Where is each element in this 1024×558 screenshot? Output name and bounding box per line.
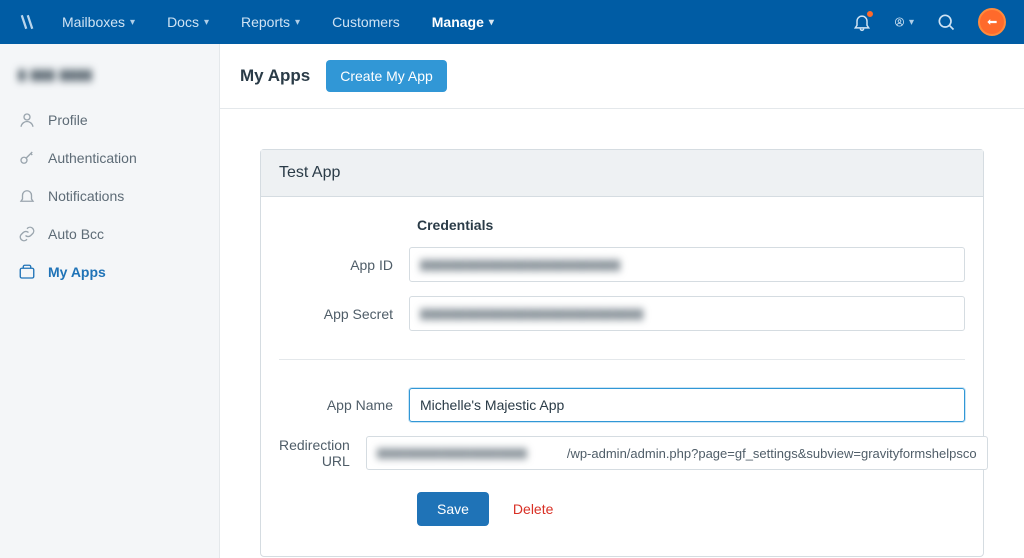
- nav-label: Docs: [167, 14, 199, 30]
- sidebar-item-label: My Apps: [48, 264, 106, 280]
- notifications-icon[interactable]: [852, 12, 872, 32]
- nav-label: Manage: [432, 14, 484, 30]
- sidebar-item-profile[interactable]: Profile: [0, 101, 219, 139]
- brand-logo[interactable]: [18, 13, 36, 31]
- top-nav: Mailboxes ▾ Docs ▾ Reports ▾ Customers M…: [0, 0, 1024, 44]
- row-app-name: App Name: [279, 388, 965, 422]
- main-header: My Apps Create My App: [220, 44, 1024, 109]
- sidebar-item-label: Profile: [48, 112, 88, 128]
- link-icon: [18, 225, 36, 243]
- sidebar-item-label: Auto Bcc: [48, 226, 104, 242]
- app-secret-field[interactable]: ▮▮▮▮▮▮▮▮▮▮▮▮▮▮▮▮▮▮▮▮▮▮▮▮▮▮▮▮▮: [409, 296, 965, 331]
- sidebar: ▮ ▮▮▮ ▮▮▮▮ Profile Authentication Notifi…: [0, 44, 220, 558]
- label-app-name: App Name: [279, 397, 409, 413]
- chevron-down-icon: ▾: [295, 17, 300, 28]
- chevron-down-icon: ▾: [909, 17, 914, 28]
- nav-docs[interactable]: Docs ▾: [167, 14, 209, 30]
- label-app-secret: App Secret: [279, 306, 409, 322]
- nav-mailboxes[interactable]: Mailboxes ▾: [62, 14, 135, 30]
- redirection-url-prefix: ▮▮▮▮▮▮▮▮▮▮▮▮▮▮▮▮▮▮▮▮▮: [377, 445, 567, 461]
- nav-manage[interactable]: Manage ▾: [432, 14, 494, 30]
- app-panel: Test App Credentials App ID ▮▮▮▮▮▮▮▮▮▮▮▮…: [260, 149, 984, 557]
- app-secret-value: ▮▮▮▮▮▮▮▮▮▮▮▮▮▮▮▮▮▮▮▮▮▮▮▮▮▮▮▮▮: [420, 305, 643, 321]
- user-icon: [18, 111, 36, 129]
- avatar[interactable]: [978, 8, 1006, 36]
- save-button[interactable]: Save: [417, 492, 489, 526]
- form-actions: Save Delete: [279, 492, 965, 526]
- divider: [279, 359, 965, 360]
- credentials-heading: Credentials: [417, 217, 965, 233]
- chevron-down-icon: ▾: [489, 17, 494, 28]
- apps-icon: [18, 263, 36, 281]
- layout: ▮ ▮▮▮ ▮▮▮▮ Profile Authentication Notifi…: [0, 44, 1024, 558]
- row-redirection-url: Redirection URL ▮▮▮▮▮▮▮▮▮▮▮▮▮▮▮▮▮▮▮▮▮ /w…: [279, 436, 965, 470]
- notification-dot: [866, 10, 874, 18]
- nav-label: Mailboxes: [62, 14, 125, 30]
- sidebar-item-notifications[interactable]: Notifications: [0, 177, 219, 215]
- panel-title: Test App: [261, 150, 983, 197]
- delete-link[interactable]: Delete: [513, 501, 553, 517]
- panel-body: Credentials App ID ▮▮▮▮▮▮▮▮▮▮▮▮▮▮▮▮▮▮▮▮▮…: [261, 197, 983, 556]
- chevron-down-icon: ▾: [130, 17, 135, 28]
- sidebar-item-authentication[interactable]: Authentication: [0, 139, 219, 177]
- redirection-url-input[interactable]: ▮▮▮▮▮▮▮▮▮▮▮▮▮▮▮▮▮▮▮▮▮ /wp-admin/admin.ph…: [366, 436, 988, 470]
- nav-reports[interactable]: Reports ▾: [241, 14, 300, 30]
- app-id-field[interactable]: ▮▮▮▮▮▮▮▮▮▮▮▮▮▮▮▮▮▮▮▮▮▮▮▮▮▮: [409, 247, 965, 282]
- account-menu[interactable]: ▾: [894, 12, 914, 32]
- nav-items: Mailboxes ▾ Docs ▾ Reports ▾ Customers M…: [62, 14, 494, 30]
- sidebar-item-autobcc[interactable]: Auto Bcc: [0, 215, 219, 253]
- nav-right: ▾: [852, 8, 1006, 36]
- search-icon[interactable]: [936, 12, 956, 32]
- create-my-app-button[interactable]: Create My App: [326, 60, 447, 92]
- label-redirection-url: Redirection URL: [279, 437, 366, 469]
- nav-customers[interactable]: Customers: [332, 14, 400, 30]
- redirection-url-suffix: /wp-admin/admin.php?page=gf_settings&sub…: [567, 446, 977, 461]
- chevron-down-icon: ▾: [204, 17, 209, 28]
- content: Test App Credentials App ID ▮▮▮▮▮▮▮▮▮▮▮▮…: [220, 109, 1024, 558]
- label-app-id: App ID: [279, 257, 409, 273]
- nav-label: Reports: [241, 14, 290, 30]
- sidebar-item-label: Authentication: [48, 150, 137, 166]
- sidebar-items: Profile Authentication Notifications Aut…: [0, 101, 219, 291]
- app-name-input[interactable]: [409, 388, 965, 422]
- page-title: My Apps: [240, 66, 310, 86]
- sidebar-title: ▮ ▮▮▮ ▮▮▮▮: [0, 66, 219, 101]
- nav-label: Customers: [332, 14, 400, 30]
- sidebar-item-myapps[interactable]: My Apps: [0, 253, 219, 291]
- row-app-id: App ID ▮▮▮▮▮▮▮▮▮▮▮▮▮▮▮▮▮▮▮▮▮▮▮▮▮▮: [279, 247, 965, 282]
- app-id-value: ▮▮▮▮▮▮▮▮▮▮▮▮▮▮▮▮▮▮▮▮▮▮▮▮▮▮: [420, 256, 620, 272]
- key-icon: [18, 149, 36, 167]
- main: My Apps Create My App Test App Credentia…: [220, 44, 1024, 558]
- row-app-secret: App Secret ▮▮▮▮▮▮▮▮▮▮▮▮▮▮▮▮▮▮▮▮▮▮▮▮▮▮▮▮▮: [279, 296, 965, 331]
- bell-icon: [18, 187, 36, 205]
- sidebar-item-label: Notifications: [48, 188, 124, 204]
